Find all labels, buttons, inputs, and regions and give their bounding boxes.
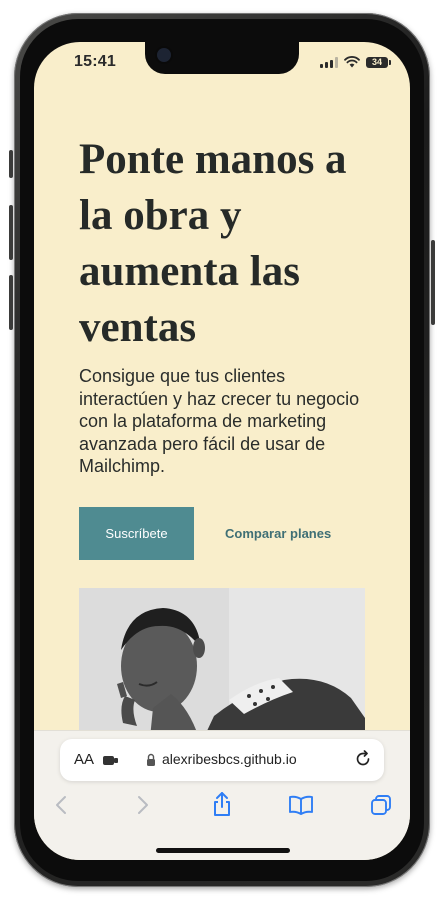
lock-icon [147, 753, 155, 766]
phone-screen: 15:41 34 Ponte manos a la obra y aumenta… [34, 42, 410, 860]
person-photo [79, 588, 365, 748]
back-arrow-icon[interactable] [54, 795, 70, 815]
status-indicators: 34 [320, 56, 391, 68]
status-time: 15:41 [74, 53, 116, 70]
phone-side-button [9, 275, 13, 330]
battery-icon: 34 [366, 56, 391, 68]
url-text: alexribesbcs.github.io [162, 751, 297, 767]
address-bar[interactable]: AA alexribesbcs.github.io [60, 739, 384, 781]
hero-image [79, 588, 365, 748]
phone-side-button [9, 150, 13, 178]
hero-intro: Consigue que tus clientes interactúen y … [79, 366, 360, 476]
reload-icon[interactable] [354, 750, 372, 768]
notch [145, 42, 299, 74]
wifi-icon [344, 56, 360, 68]
home-indicator[interactable] [156, 848, 290, 853]
hero-heading: Ponte manos a la obra y aumenta las vent… [79, 136, 347, 351]
phone-side-button [9, 205, 13, 260]
signal-icon [320, 56, 338, 68]
subscribe-button[interactable]: Suscríbete [79, 507, 194, 560]
phone-side-button [431, 240, 435, 325]
tabs-icon[interactable] [370, 794, 392, 816]
extension-icon[interactable] [102, 753, 120, 767]
front-camera [157, 48, 171, 62]
forward-arrow-icon[interactable] [134, 795, 150, 815]
bookmarks-icon[interactable] [288, 795, 314, 815]
share-icon[interactable] [210, 791, 234, 817]
text-size-button[interactable]: AA [74, 751, 94, 768]
compare-plans-link[interactable]: Comparar planes [225, 526, 331, 541]
browser-toolbar: AA alexribesbcs.github.io [34, 730, 410, 860]
